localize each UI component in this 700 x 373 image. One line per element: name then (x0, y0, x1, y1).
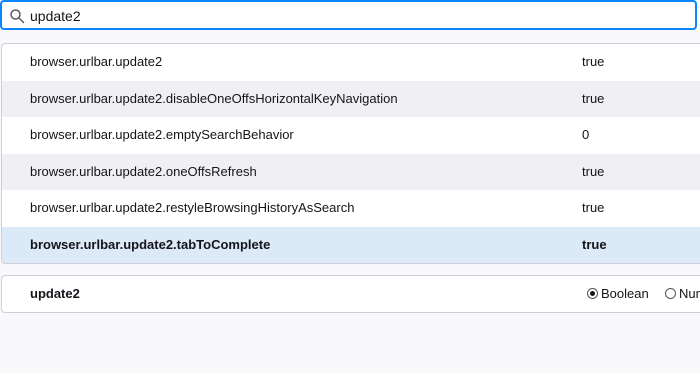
number-label: Number (679, 286, 700, 301)
pref-name: browser.urlbar.update2.tabToComplete (30, 236, 271, 252)
pref-row[interactable]: browser.urlbar.update2 true (2, 44, 700, 81)
number-radio[interactable] (665, 288, 676, 299)
pref-value: true (582, 163, 605, 179)
search-icon (10, 9, 25, 24)
boolean-label: Boolean (601, 286, 649, 301)
search-input[interactable] (30, 5, 670, 27)
pref-value: true (582, 54, 605, 69)
pref-name: browser.urlbar.update2.oneOffsRefresh (30, 163, 257, 179)
pref-row[interactable]: browser.urlbar.update2.oneOffsRefresh tr… (2, 153, 700, 190)
new-pref-name: update2 (30, 286, 80, 301)
search-bar[interactable] (0, 0, 697, 30)
pref-value: true (582, 200, 605, 215)
pref-row-selected[interactable]: browser.urlbar.update2.tabToComplete tru… (2, 226, 700, 263)
pref-name: browser.urlbar.update2.restyleBrowsingHi… (30, 200, 355, 215)
preferences-table: browser.urlbar.update2 true browser.urlb… (1, 43, 700, 264)
pref-row[interactable]: browser.urlbar.update2.restyleBrowsingHi… (2, 190, 700, 227)
boolean-radio[interactable] (587, 288, 598, 299)
pref-name: browser.urlbar.update2 (30, 54, 163, 69)
number-radio-option[interactable]: Number (665, 276, 700, 312)
pref-value: true (582, 90, 605, 106)
pref-name: browser.urlbar.update2.emptySearchBehavi… (30, 127, 294, 142)
pref-value: 0 (582, 127, 590, 142)
pref-value: true (582, 236, 607, 252)
boolean-radio-option[interactable]: Boolean (587, 276, 649, 312)
pref-name: browser.urlbar.update2.disableOneOffsHor… (30, 90, 398, 106)
new-pref-row: update2 Boolean Number (1, 275, 700, 313)
pref-row[interactable]: browser.urlbar.update2.emptySearchBehavi… (2, 117, 700, 154)
pref-row[interactable]: browser.urlbar.update2.disableOneOffsHor… (2, 80, 700, 117)
